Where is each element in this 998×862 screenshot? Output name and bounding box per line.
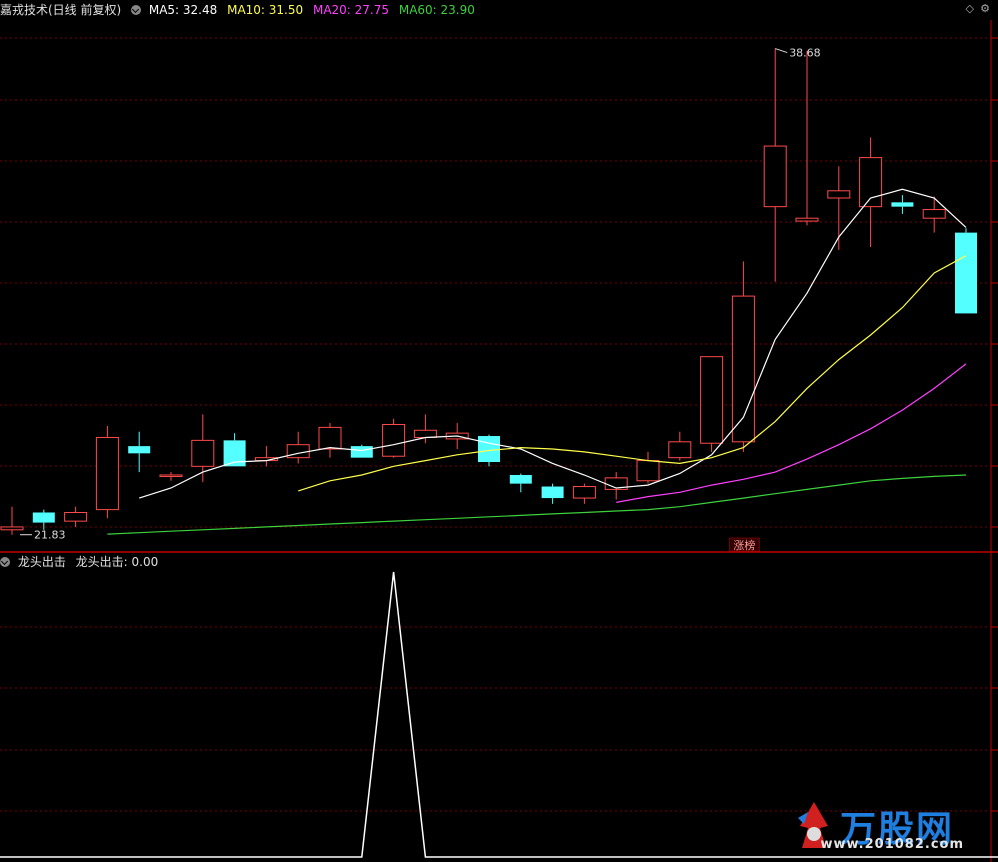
event-badge-label: 涨榜 [733,538,755,552]
logo-url: www.201082.com [820,837,964,852]
indicator-title: 龙头出击 [17,555,66,569]
candle-body-down [891,202,914,207]
ma20-label: MA20: 27.75 [312,3,390,17]
settings-dropdown-icon[interactable] [131,5,142,15]
candle-body-up [159,474,183,477]
candle-body-up [0,526,24,531]
candle-body-up [636,460,660,482]
site-logo: 万股网 www.201082.com [784,794,984,854]
diamond-icon[interactable]: ◇ [966,2,974,15]
candle-body-up [413,429,437,438]
candle-body-down [509,474,532,484]
candle-body-down [478,436,500,462]
sub-header: 龙头出击 龙头出击: 0.00 [0,553,164,571]
ma10-label: MA10: 31.50 [227,3,304,17]
candle-body-down [541,486,564,499]
candle-body-up [700,356,724,444]
ma-line-ma60 [107,474,967,535]
main-header: 嘉戎技术(日线 前复权) MA5: 32.48 MA10: 31.50 MA20… [0,1,481,19]
candle-body-up [95,436,119,511]
candle-body-up [922,209,946,219]
gear-icon[interactable]: ⚙ [980,2,990,15]
candle-body-up [64,511,88,522]
candle-body-up [318,426,342,450]
candle-body-up [382,423,406,457]
candle-body-up [191,439,215,467]
candle-body-down [128,446,151,454]
candle-body-up [859,157,883,208]
candle-body-down [32,512,55,523]
indicator-value: 龙头出击: 0.00 [75,555,159,569]
ma5-label: MA5: 32.48 [148,3,218,17]
chart-canvas: 38.68 21.83 涨榜 [0,20,998,862]
candle-body-up [795,217,819,222]
candle-body-up [731,295,755,443]
candle-body-up [668,441,692,459]
high-marker [775,48,788,54]
low-price-label: 21.83 [34,529,66,542]
stock-title: 嘉戎技术(日线 前复权) [0,3,122,17]
ma60-label: MA60: 23.90 [398,3,475,17]
candle-body-up [763,145,787,208]
indicator-dropdown-icon[interactable] [0,557,10,567]
candle-body-down [955,232,977,314]
candle-body-up [827,190,851,199]
high-price-label: 38.68 [789,47,821,60]
candle-body-up [572,486,596,499]
candle-body-down [350,446,373,458]
ma-line-ma20 [616,363,967,503]
candle-body-up [286,444,310,459]
